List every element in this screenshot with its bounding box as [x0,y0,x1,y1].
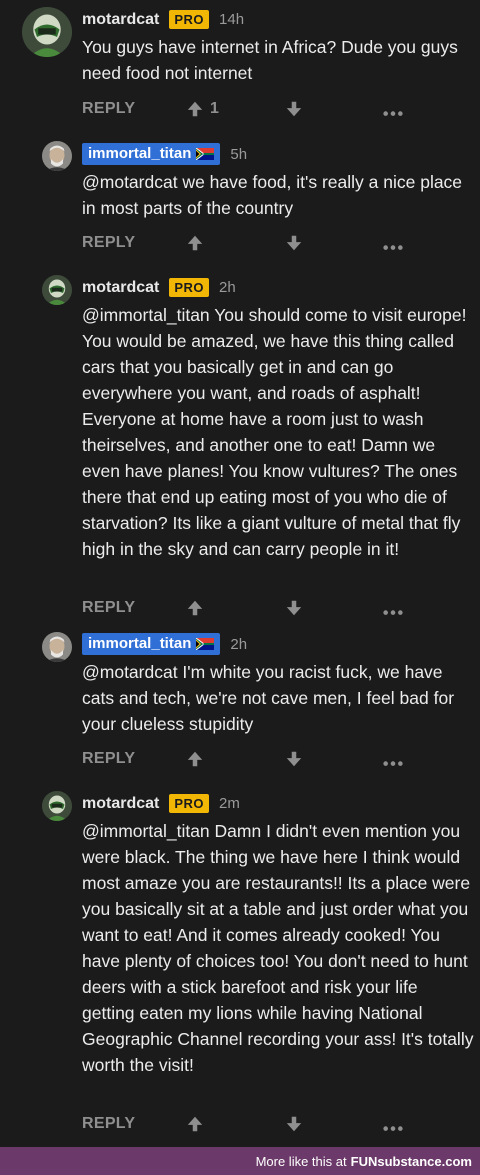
upvote-button[interactable] [186,750,204,768]
pro-badge: PRO [169,10,210,29]
downvote-button[interactable] [285,234,303,257]
downvote-arrow-icon [285,750,303,768]
comment-text: @motardcat we have food, it's really a n… [82,172,463,218]
more-options-button[interactable] [382,100,404,123]
upvote-arrow-icon [186,750,204,768]
comment-text: You guys have internet in Africa? Dude y… [82,37,458,83]
downvote-arrow-icon [285,234,303,252]
upvote-button[interactable]: 1 [186,100,219,118]
downvote-button[interactable] [285,599,303,622]
more-options-icon [382,100,404,118]
username-highlighted[interactable]: immortal_titan [82,633,221,655]
watermark-footer: More like this at FUNsubstance.com [0,1147,480,1175]
comment-text: @immortal_titan Damn I didn't even menti… [82,821,474,1075]
username[interactable]: motardcat [82,279,159,297]
username: immortal_titan [88,635,192,652]
more-options-button[interactable] [382,234,404,257]
footer-text: More like this at [255,1153,347,1169]
more-options-icon [382,599,404,617]
timestamp: 2h [230,635,248,653]
reply-button[interactable]: REPLY [82,599,135,617]
timestamp: 2h [219,279,236,296]
avatar[interactable] [42,275,72,305]
pro-badge: PRO [169,278,210,297]
downvote-arrow-icon [285,1115,303,1133]
downvote-button[interactable] [285,1115,303,1138]
upvote-button[interactable] [186,599,204,617]
username[interactable]: motardcat [82,795,159,813]
timestamp: 14h [219,11,245,28]
upvote-arrow-icon [186,599,204,617]
comment-text: @motardcat I'm white you racist fuck, we… [82,662,455,734]
comment-actions: REPLY [82,597,412,621]
avatar[interactable] [42,141,72,171]
avatar[interactable] [42,632,72,662]
downvote-arrow-icon [285,599,303,617]
downvote-button[interactable] [285,100,303,123]
more-options-button[interactable] [382,1115,404,1138]
more-options-icon [382,234,404,252]
comment-actions: REPLY [82,748,412,772]
comment-actions: REPLY [82,1113,412,1137]
reply-button[interactable]: REPLY [82,750,135,768]
south-africa-flag-icon [196,148,214,160]
comment-actions: REPLY [82,232,412,256]
upvote-arrow-icon [186,234,204,252]
reply-button[interactable]: REPLY [82,100,135,118]
footer-brand: FUNsubstance.com [350,1153,472,1169]
more-options-button[interactable] [382,750,404,773]
upvote-button[interactable] [186,1115,204,1133]
upvote-arrow-icon [186,100,204,118]
reply-button[interactable]: REPLY [82,1115,135,1133]
upvote-button[interactable] [186,234,204,252]
more-options-button[interactable] [382,599,404,622]
timestamp: 2m [219,795,240,812]
username[interactable]: motardcat [82,11,159,29]
pro-badge: PRO [169,794,210,813]
username: immortal_titan [88,145,192,162]
south-africa-flag-icon [196,638,214,650]
comment-text: @immortal_titan You should come to visit… [82,305,467,559]
more-options-icon [382,1115,404,1133]
username-highlighted[interactable]: immortal_titan [82,143,221,165]
downvote-arrow-icon [285,100,303,118]
more-options-icon [382,750,404,768]
downvote-button[interactable] [285,750,303,773]
timestamp: 5h [230,145,248,163]
avatar[interactable] [22,7,72,57]
upvote-arrow-icon [186,1115,204,1133]
reply-button[interactable]: REPLY [82,234,135,252]
comment-actions: REPLY 1 [82,98,412,122]
upvote-count: 1 [210,100,219,117]
avatar[interactable] [42,791,72,821]
